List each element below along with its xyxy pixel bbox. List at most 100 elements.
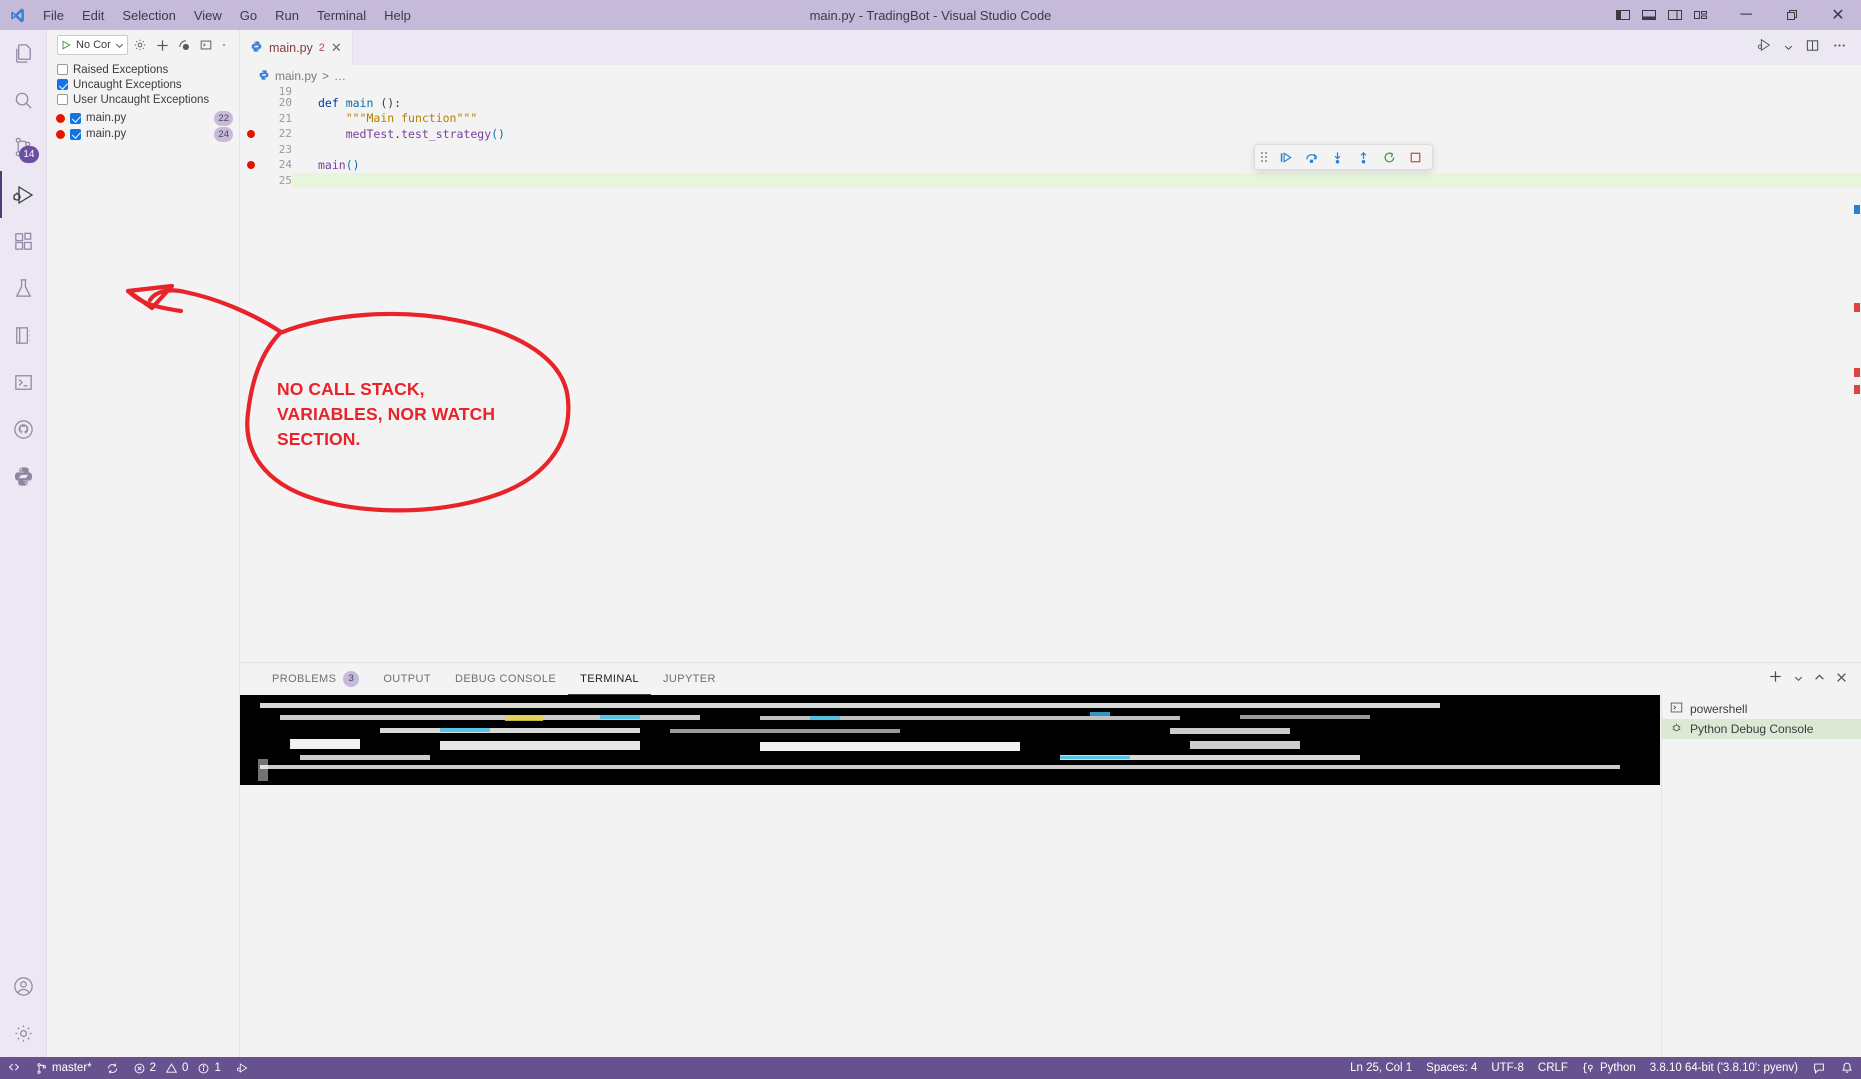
new-terminal-icon[interactable]	[1768, 669, 1783, 689]
customize-layout-icon[interactable]	[1693, 7, 1709, 23]
menu-run[interactable]: Run	[266, 5, 308, 26]
terminal-item-powershell[interactable]: powershell	[1662, 699, 1861, 719]
step-out-icon[interactable]	[1352, 146, 1374, 168]
menu-go[interactable]: Go	[231, 5, 266, 26]
breakpoint-dot-icon[interactable]	[247, 129, 255, 138]
sidebar-item-run-and-debug[interactable]	[0, 171, 47, 218]
tab-problems[interactable]: PROBLEMS 3	[260, 663, 371, 695]
status-branch[interactable]: master*	[28, 1057, 99, 1079]
maximize-panel-icon[interactable]	[1814, 670, 1825, 688]
status-encoding[interactable]: UTF-8	[1484, 1057, 1531, 1079]
raised-exceptions-checkbox[interactable]	[57, 64, 68, 75]
debug-floating-toolbar[interactable]	[1254, 144, 1433, 170]
run-python-file-icon[interactable]	[1756, 37, 1772, 58]
accounts-icon[interactable]	[0, 963, 47, 1010]
status-cursor-position[interactable]: Ln 25, Col 1	[1343, 1057, 1419, 1079]
tab-main-py[interactable]: main.py 2 ✕	[240, 30, 353, 65]
status-bar: master* 2 0 1 Ln 25, Col 1 Spaces: 4 UTF…	[0, 1057, 1861, 1079]
tab-terminal[interactable]: TERMINAL	[568, 663, 651, 695]
tab-close-icon[interactable]: ✕	[331, 41, 342, 54]
menu-edit[interactable]: Edit	[73, 5, 113, 26]
status-remote-indicator[interactable]	[0, 1057, 28, 1079]
terminal-icon	[1670, 701, 1683, 717]
menu-terminal[interactable]: Terminal	[308, 5, 375, 26]
code-editor[interactable]: 19 20 def main (): 21 """Main function""…	[240, 87, 1861, 662]
toggle-primary-sidebar-icon[interactable]	[1615, 7, 1631, 23]
ruler-mark	[1854, 303, 1860, 312]
sidebar-item-github[interactable]	[0, 406, 47, 453]
sidebar-item-notebook[interactable]	[0, 312, 47, 359]
breadcrumb-file[interactable]: main.py	[275, 69, 317, 83]
breadcrumb[interactable]: main.py > …	[240, 65, 1861, 87]
toggle-panel-icon[interactable]	[1641, 7, 1657, 23]
status-debug-indicator[interactable]	[228, 1057, 256, 1079]
toggle-secondary-sidebar-icon[interactable]	[1667, 7, 1683, 23]
breakpoint-checkbox[interactable]	[70, 112, 81, 124]
terminal-canvas[interactable]	[240, 695, 1660, 785]
minimize-button[interactable]: ─	[1723, 0, 1769, 30]
sidebar-item-source-control[interactable]: 14	[0, 124, 47, 171]
launch-configuration-select[interactable]: No Cor	[57, 35, 128, 55]
breakpoint-row[interactable]: main.py 24	[47, 126, 239, 142]
exception-user-uncaught-row[interactable]: User Uncaught Exceptions	[47, 92, 239, 107]
terminal-item-python-debug-console[interactable]: Python Debug Console	[1662, 719, 1861, 739]
drag-handle[interactable]	[1261, 152, 1270, 162]
tab-debug-console[interactable]: DEBUG CONSOLE	[443, 663, 568, 695]
exception-uncaught-row[interactable]: Uncaught Exceptions	[47, 77, 239, 92]
line-number: 21	[278, 111, 292, 125]
sidebar-item-search[interactable]	[0, 77, 47, 124]
menu-selection[interactable]: Selection	[113, 5, 184, 26]
restart-icon[interactable]	[1378, 146, 1400, 168]
breakpoint-row[interactable]: main.py 22	[47, 110, 239, 126]
breadcrumb-symbol[interactable]: …	[334, 69, 346, 83]
menu-view[interactable]: View	[185, 5, 231, 26]
menu-file[interactable]: File	[34, 5, 73, 26]
status-sync-changes[interactable]	[99, 1057, 126, 1079]
status-python-interpreter[interactable]: 3.8.10 64-bit ('3.8.10': pyenv)	[1643, 1057, 1805, 1079]
menu-bar[interactable]: File Edit Selection View Go Run Terminal…	[34, 5, 420, 26]
menu-help[interactable]: Help	[375, 5, 420, 26]
close-button[interactable]: ✕	[1815, 0, 1861, 30]
manage-settings-gear-icon[interactable]	[0, 1010, 47, 1057]
sidebar-item-terminal[interactable]	[0, 359, 47, 406]
more-actions-icon[interactable]	[1832, 38, 1847, 58]
status-eol[interactable]: CRLF	[1531, 1057, 1575, 1079]
status-language-mode[interactable]: Python	[1575, 1057, 1643, 1079]
user-uncaught-exceptions-checkbox[interactable]	[57, 94, 68, 105]
status-notifications-bell-icon[interactable]	[1833, 1057, 1861, 1079]
exception-raised-row[interactable]: Raised Exceptions	[47, 62, 239, 77]
open-debug-console-icon[interactable]	[197, 36, 216, 55]
breakpoint-gutter[interactable]	[240, 129, 262, 138]
sidebar-item-explorer[interactable]	[0, 30, 47, 77]
tab-jupyter[interactable]: JUPYTER	[651, 663, 728, 695]
status-indentation[interactable]: Spaces: 4	[1419, 1057, 1484, 1079]
line-content: medTest.test_strategy()	[345, 126, 505, 141]
continue-icon[interactable]	[1274, 146, 1296, 168]
chevron-down-icon[interactable]	[1794, 670, 1803, 688]
status-feedback-icon[interactable]	[1805, 1057, 1833, 1079]
chevron-down-icon[interactable]	[1784, 39, 1793, 57]
breakpoint-dot-icon[interactable]	[247, 160, 255, 169]
split-editor-icon[interactable]	[1805, 38, 1820, 58]
sidebar-item-python[interactable]	[0, 453, 47, 500]
more-icon[interactable]	[219, 36, 229, 55]
overview-ruler[interactable]	[1847, 87, 1861, 662]
step-into-icon[interactable]	[1326, 146, 1348, 168]
maximize-button[interactable]	[1769, 0, 1815, 30]
python-file-icon	[250, 40, 263, 56]
terminal-output[interactable]	[240, 695, 1661, 1057]
status-problems[interactable]: 2 0 1	[126, 1057, 228, 1079]
uncaught-exceptions-checkbox[interactable]	[57, 79, 68, 90]
breakpoint-checkbox[interactable]	[70, 128, 81, 140]
breakpoint-icon[interactable]	[175, 36, 194, 55]
config-gear-icon[interactable]	[131, 36, 150, 55]
close-panel-icon[interactable]	[1836, 670, 1847, 688]
stop-icon[interactable]	[1404, 146, 1426, 168]
annotation-line-3: SECTION.	[277, 428, 361, 449]
sidebar-item-testing[interactable]	[0, 265, 47, 312]
tab-output[interactable]: OUTPUT	[371, 663, 443, 695]
breakpoint-gutter[interactable]	[240, 160, 262, 169]
step-over-icon[interactable]	[1300, 146, 1322, 168]
sidebar-item-extensions[interactable]	[0, 218, 47, 265]
add-config-icon[interactable]	[153, 36, 172, 55]
